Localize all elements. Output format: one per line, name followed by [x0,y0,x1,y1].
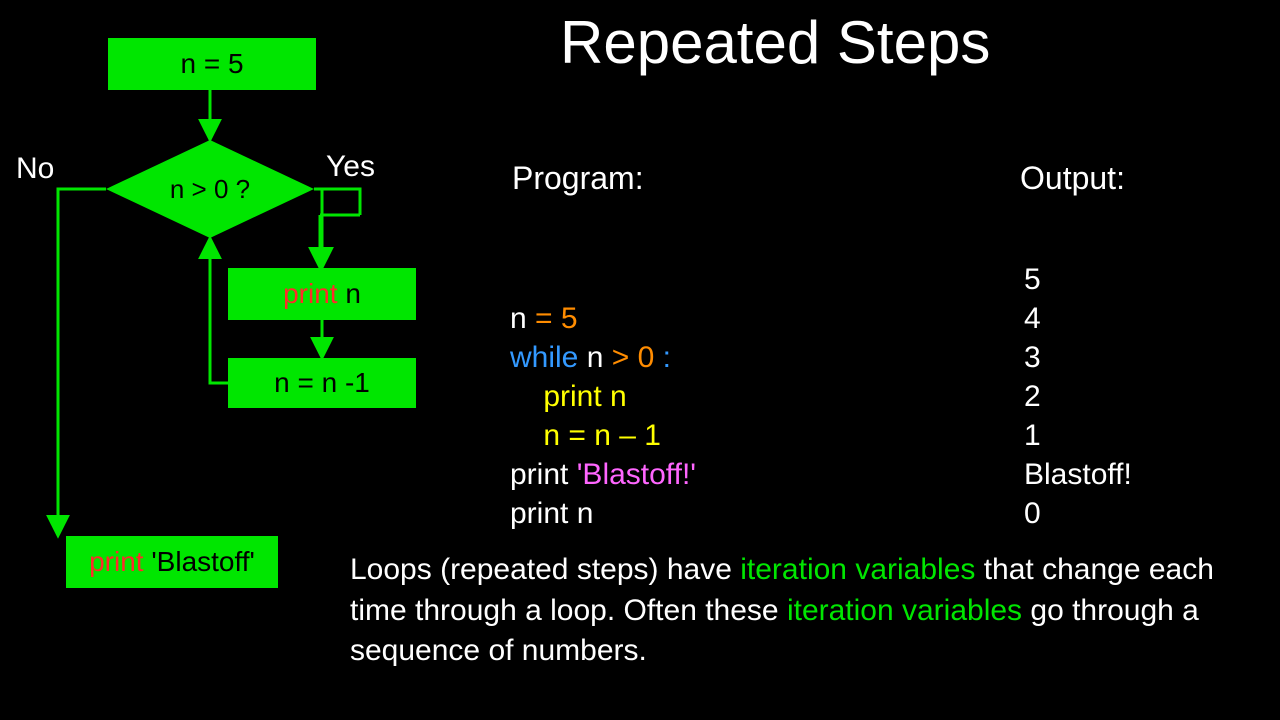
code-line-5: print 'Blastoff!' [510,458,696,491]
code-line-3: print n [510,380,627,413]
flow-blastoff-keyword: print [89,546,151,577]
output-line: 1 [1024,416,1132,455]
program-output: 5 4 3 2 1 Blastoff! 0 [1024,260,1132,533]
flow-decision-text: n > 0 ? [170,174,250,205]
output-line: 4 [1024,299,1132,338]
flow-decision: n > 0 ? [106,140,314,238]
output-heading: Output: [1020,160,1125,197]
flow-init-text: n = 5 [180,48,243,80]
program-heading: Program: [512,160,644,197]
code-line-4: n = n – 1 [510,419,661,452]
program-code: n = 5 while n > 0 : print n n = n – 1 pr… [510,260,696,533]
term-iteration-variables: iteration variables [787,594,1022,627]
flow-blastoff-text: 'Blastoff' [151,546,255,577]
output-line: 5 [1024,260,1132,299]
output-line: 2 [1024,377,1132,416]
code-line-1: n = 5 [510,302,578,335]
decision-yes-label: Yes [326,150,375,184]
flow-box-print-n: print n [228,268,416,320]
output-line: 3 [1024,338,1132,377]
term-iteration-variables: iteration variables [740,553,975,586]
flow-print-keyword: print [283,278,345,309]
flow-box-decrement: n = n -1 [228,358,416,408]
flow-decision-shape: n > 0 ? [106,140,314,238]
flow-box-init: n = 5 [108,38,316,90]
flow-box-blastoff: print 'Blastoff' [66,536,278,588]
slide-title: Repeated Steps [560,8,990,77]
flow-decrement-text: n = n -1 [274,367,370,399]
code-line-2: while n > 0 : [510,341,671,374]
code-line-6: print n [510,497,593,530]
description-text: Loops (repeated steps) have iteration va… [350,550,1270,672]
output-line: Blastoff! [1024,455,1132,494]
flow-print-var: n [345,278,361,309]
decision-no-label: No [16,152,54,186]
output-line: 0 [1024,494,1132,533]
